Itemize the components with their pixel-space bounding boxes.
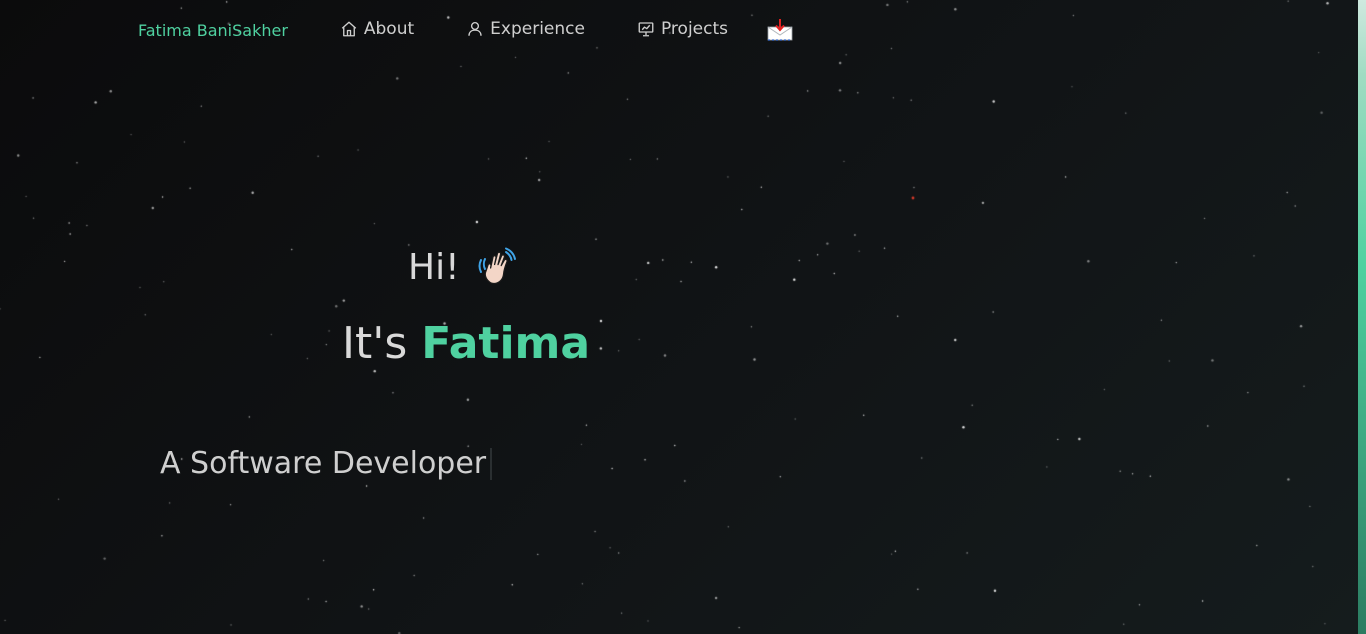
- role-text: A Software Developer: [160, 446, 487, 481]
- typing-cursor: [490, 447, 493, 480]
- nav-item-label: Projects: [660, 19, 728, 39]
- name-highlight: Fatima: [421, 318, 591, 369]
- nav-item-experience[interactable]: Experience: [466, 19, 585, 39]
- hero-name-heading: It's Fatima: [342, 318, 590, 369]
- top-navbar: Fatima BaniSakher About Experience Proje…: [0, 0, 1358, 58]
- scrollbar-track[interactable]: [1358, 0, 1366, 634]
- greeting-text: Hi!: [408, 246, 460, 288]
- name-prefix: It's: [342, 318, 408, 369]
- nav-item-label: Experience: [490, 19, 585, 39]
- brand-link[interactable]: Fatima BaniSakher: [138, 21, 288, 40]
- hero-greeting: Hi!: [408, 246, 518, 288]
- scrollbar-thumb[interactable]: [1358, 0, 1366, 634]
- presentation-icon: [638, 22, 654, 37]
- nav-item-projects[interactable]: Projects: [637, 19, 728, 39]
- typewriter-role: A Software Developer: [160, 446, 493, 481]
- user-icon: [468, 21, 482, 36]
- contact-mail-button[interactable]: [766, 16, 794, 44]
- mail-download-icon: [767, 19, 793, 41]
- nav-item-about[interactable]: About: [340, 19, 414, 39]
- nav-item-label: About: [363, 19, 415, 39]
- home-icon: [341, 21, 357, 37]
- starfield-background: [0, 0, 1366, 634]
- waving-hand-icon: [478, 247, 516, 285]
